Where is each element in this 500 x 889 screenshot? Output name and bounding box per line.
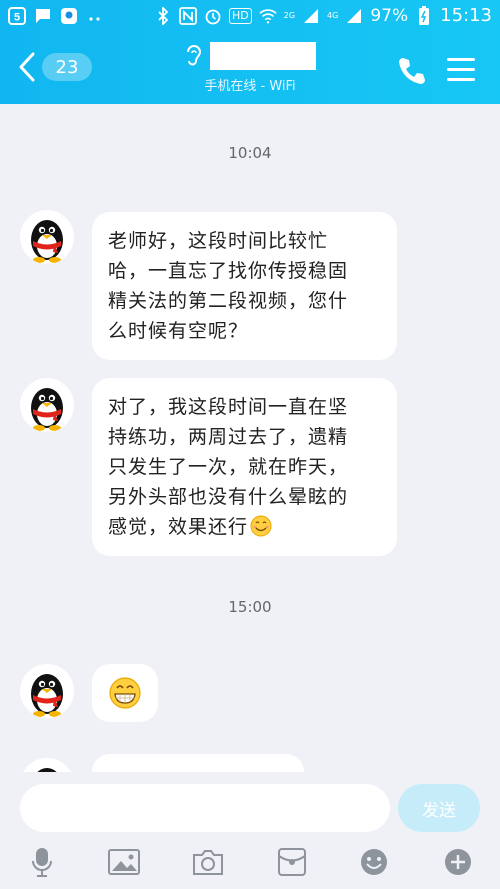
battery-percent: 97%: [370, 5, 409, 26]
signal-2g-icon: [302, 7, 320, 25]
svg-text:5: 5: [14, 12, 20, 24]
grin-emoji-icon: [109, 677, 141, 709]
alarm-icon: [204, 7, 222, 25]
message-bubble[interactable]: 对了，我这段时间一直在坚 持练功，两周过去了，遗精 只发生了一次，就在昨天， 另…: [92, 378, 397, 556]
chat-history[interactable]: 10:04 老师好，这段时间比较忙 哈，一直忘了找你传授稳固 精关法的第二段视频…: [0, 104, 500, 772]
avatar[interactable]: [20, 664, 74, 718]
emoji-button[interactable]: [358, 846, 390, 878]
message-line: 哈，一直忘了找你传授稳固: [108, 260, 349, 282]
input-bar: 发送: [0, 772, 500, 889]
status-bar: 5 HD 2G 4G 97% 15:13: [0, 0, 500, 34]
nfc-icon: [179, 6, 197, 25]
message-line: 只发生了一次，就在昨天，: [108, 456, 349, 478]
message-bubble[interactable]: 老师好，这段时间比较忙 哈，一直忘了找你传授稳固 精关法的第二段视频，您什 么时…: [92, 212, 397, 360]
send-button[interactable]: 发送: [398, 784, 480, 832]
camera-icon: [193, 850, 223, 875]
timestamp: 15:00: [228, 598, 272, 616]
message-line: 对了，我这段时间一直在坚: [108, 396, 349, 418]
avatar[interactable]: [20, 378, 74, 432]
message-line: 持练功，两周过去了，遗精: [108, 426, 349, 448]
red-packet-icon: [278, 848, 306, 876]
penguin-avatar-icon: [31, 220, 63, 263]
message-line: 另外头部也没有什么晕眩的: [108, 486, 349, 508]
app-notification-icon: 5: [8, 7, 26, 25]
contact-name-redacted: [210, 42, 316, 70]
bluetooth-icon: [154, 6, 172, 25]
message-line: 么时候有空呢？: [108, 320, 249, 342]
avatar[interactable]: [20, 758, 74, 772]
phone-icon[interactable]: [395, 54, 429, 88]
online-status: 手机在线 - WiFi: [204, 79, 296, 94]
ear-icon: [187, 45, 202, 66]
wifi-icon: [259, 7, 277, 25]
smile-emoji-icon: [250, 515, 272, 537]
battery-charging-icon: [415, 5, 433, 25]
message-bubble[interactable]: [92, 754, 304, 772]
message-line: 老师好，这段时间比较忙: [108, 230, 329, 252]
timestamp: 10:04: [228, 144, 272, 162]
unread-count-badge: 23: [42, 53, 92, 81]
emoji-message-bubble[interactable]: [92, 664, 158, 722]
signal-4g-icon: [345, 7, 363, 25]
chat-header: 23 手机在线 - WiFi: [0, 34, 500, 104]
camera-button[interactable]: [192, 846, 224, 878]
image-button[interactable]: [108, 846, 140, 878]
message-line: 精关法的第二段视频，您什: [108, 290, 349, 312]
voice-button[interactable]: [26, 846, 58, 878]
contact-title[interactable]: 手机在线 - WiFi: [170, 42, 330, 94]
message-notification-icon: [34, 7, 52, 25]
message-input[interactable]: [20, 784, 390, 832]
penguin-avatar-icon: [31, 674, 63, 717]
location-notification-icon: [60, 7, 78, 25]
emoji-icon: [361, 849, 387, 875]
plus-circle-icon: [445, 849, 471, 875]
penguin-avatar-icon: [31, 388, 63, 431]
avatar[interactable]: [20, 210, 74, 264]
top-bar: 5 HD 2G 4G 97% 15:13 23 手机在线 - WiFi: [0, 0, 500, 104]
chevron-left-icon: [19, 52, 35, 82]
microphone-icon: [32, 848, 52, 877]
message-line: 感觉，效果还行: [108, 516, 249, 538]
red-packet-button[interactable]: [276, 846, 308, 878]
image-icon: [108, 849, 140, 875]
status-clock: 15:13: [440, 5, 492, 26]
more-notifications-icon: [86, 7, 104, 25]
menu-icon[interactable]: [444, 54, 478, 84]
back-button[interactable]: 23: [18, 52, 92, 82]
hd-label: HD: [228, 7, 252, 24]
signal-2g-label: 2G: [283, 11, 296, 20]
penguin-avatar-icon: [37, 768, 57, 772]
signal-4g-label: 4G: [327, 11, 339, 20]
more-options-button[interactable]: [442, 846, 474, 878]
